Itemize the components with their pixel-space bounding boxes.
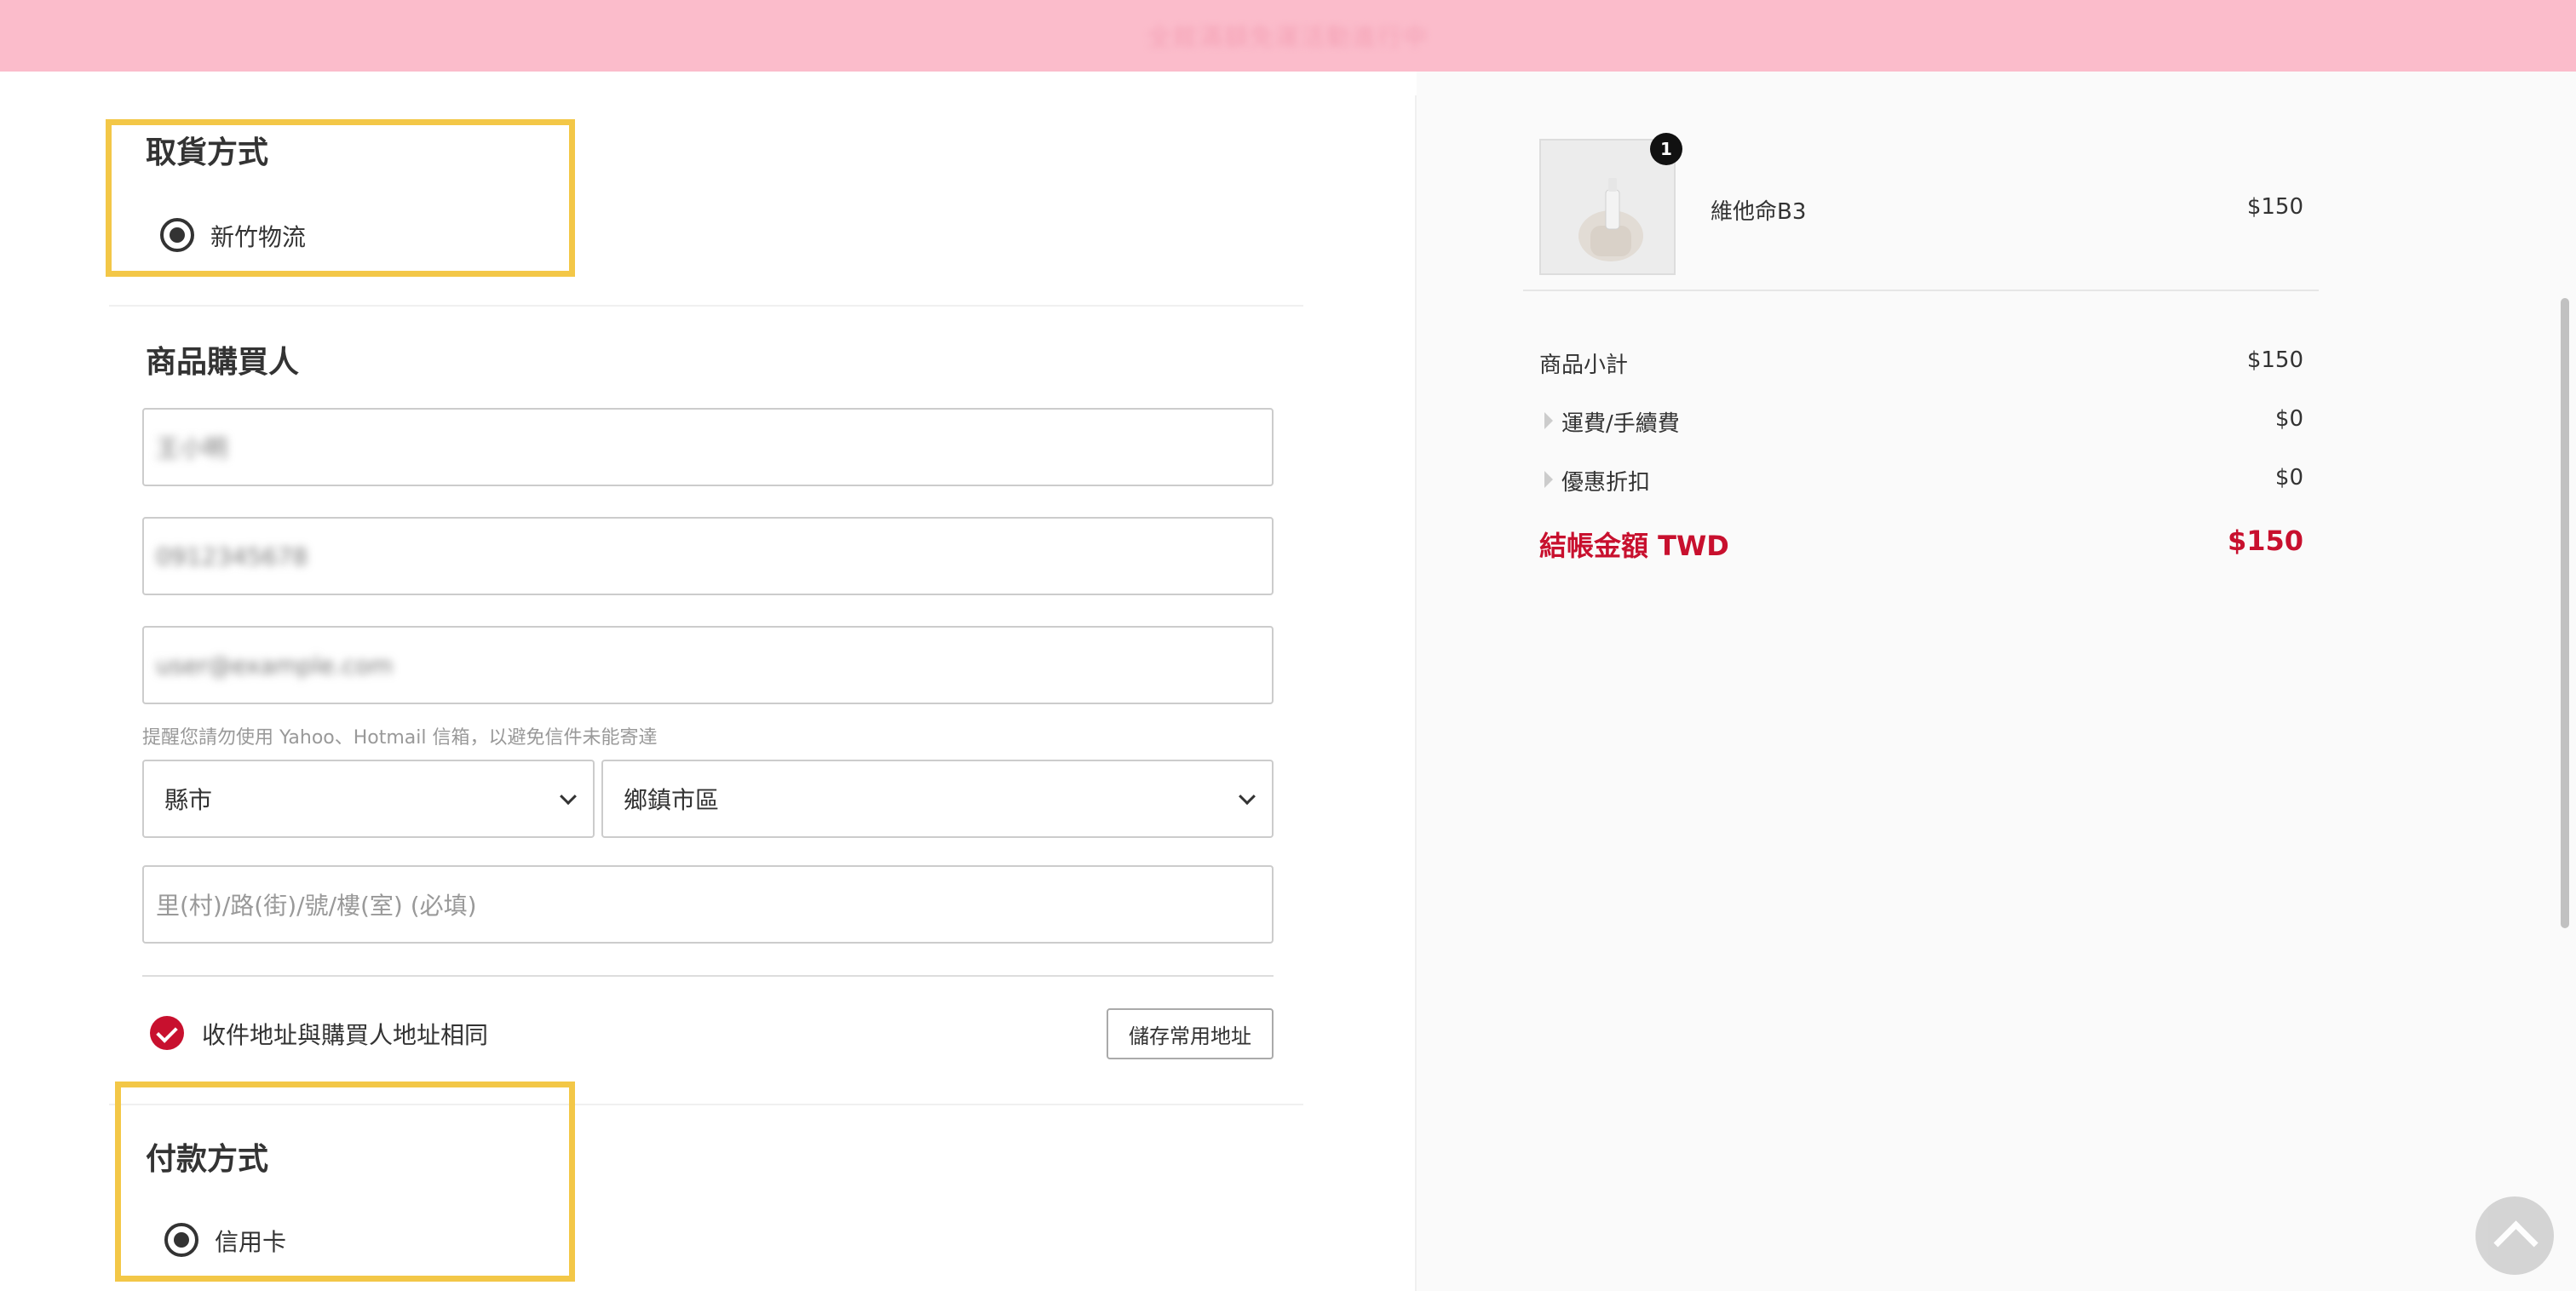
announcement-text: 全館滿額免運活動進行中 — [1147, 23, 1429, 51]
total-value: $150 — [2227, 525, 2303, 557]
payment-option-label[interactable]: 信用卡 — [215, 1224, 286, 1258]
pickup-radio-hct[interactable] — [160, 218, 194, 252]
pickup-option-label[interactable]: 新竹物流 — [210, 219, 306, 253]
subtotal-value: $150 — [2246, 347, 2303, 373]
payment-radio-credit-card[interactable] — [164, 1223, 198, 1257]
section-divider — [109, 305, 1303, 307]
county-select[interactable]: 縣市 — [142, 760, 595, 838]
discount-value: $0 — [2274, 465, 2303, 491]
buyer-phone-field[interactable]: 0912345678 — [142, 517, 1274, 595]
shipping-expand-icon[interactable] — [1544, 412, 1553, 429]
payment-section-title: 付款方式 — [146, 1142, 269, 1177]
back-to-top-button[interactable] — [2475, 1196, 2554, 1275]
address-placeholder: 里(村)/路(街)/號/樓(室) (必填) — [156, 892, 477, 920]
buyer-section-title: 商品購買人 — [146, 345, 300, 380]
page-scrollbar[interactable] — [2561, 298, 2569, 928]
save-address-button[interactable]: 儲存常用地址 — [1107, 1008, 1274, 1059]
email-hint: 提醒您請勿使用 Yahoo、Hotmail 信箱，以避免信件未能寄達 — [142, 727, 658, 749]
announcement-banner: 全館滿額免運活動進行中 — [0, 0, 2576, 72]
subtotal-label: 商品小計 — [1539, 353, 1629, 378]
cart-item-name: 維他命B3 — [1711, 199, 1807, 225]
district-select-value: 鄉鎮市區 — [624, 786, 720, 814]
quantity-badge: 1 — [1650, 133, 1682, 165]
cart-divider — [1523, 290, 2319, 291]
buyer-email-field[interactable]: user@example.com — [142, 626, 1274, 704]
shipping-value: $0 — [2274, 406, 2303, 432]
address-divider — [142, 975, 1274, 977]
county-select-value: 縣市 — [164, 786, 213, 814]
shipping-label[interactable]: 運費/手續費 — [1561, 406, 1680, 438]
column-divider — [1415, 95, 1417, 1291]
district-select[interactable]: 鄉鎮市區 — [601, 760, 1274, 838]
address-input[interactable]: 里(村)/路(街)/號/樓(室) (必填) — [142, 865, 1274, 944]
buyer-name-field[interactable]: 王小明 — [142, 408, 1274, 486]
same-address-checkbox[interactable] — [150, 1016, 184, 1050]
pickup-section-title: 取貨方式 — [146, 135, 269, 170]
total-label: 結帳金額 TWD — [1539, 530, 1729, 562]
discount-label[interactable]: 優惠折扣 — [1561, 465, 1650, 496]
buyer-phone-value: 0912345678 — [156, 542, 308, 571]
discount-expand-icon[interactable] — [1544, 471, 1553, 488]
buyer-name-value: 王小明 — [156, 434, 228, 462]
same-address-label[interactable]: 收件地址與購買人地址相同 — [202, 1017, 488, 1051]
chevron-down-icon — [1239, 788, 1256, 806]
buyer-email-value: user@example.com — [156, 651, 394, 680]
cart-item-price: $150 — [2246, 194, 2303, 220]
chevron-down-icon — [560, 788, 577, 806]
